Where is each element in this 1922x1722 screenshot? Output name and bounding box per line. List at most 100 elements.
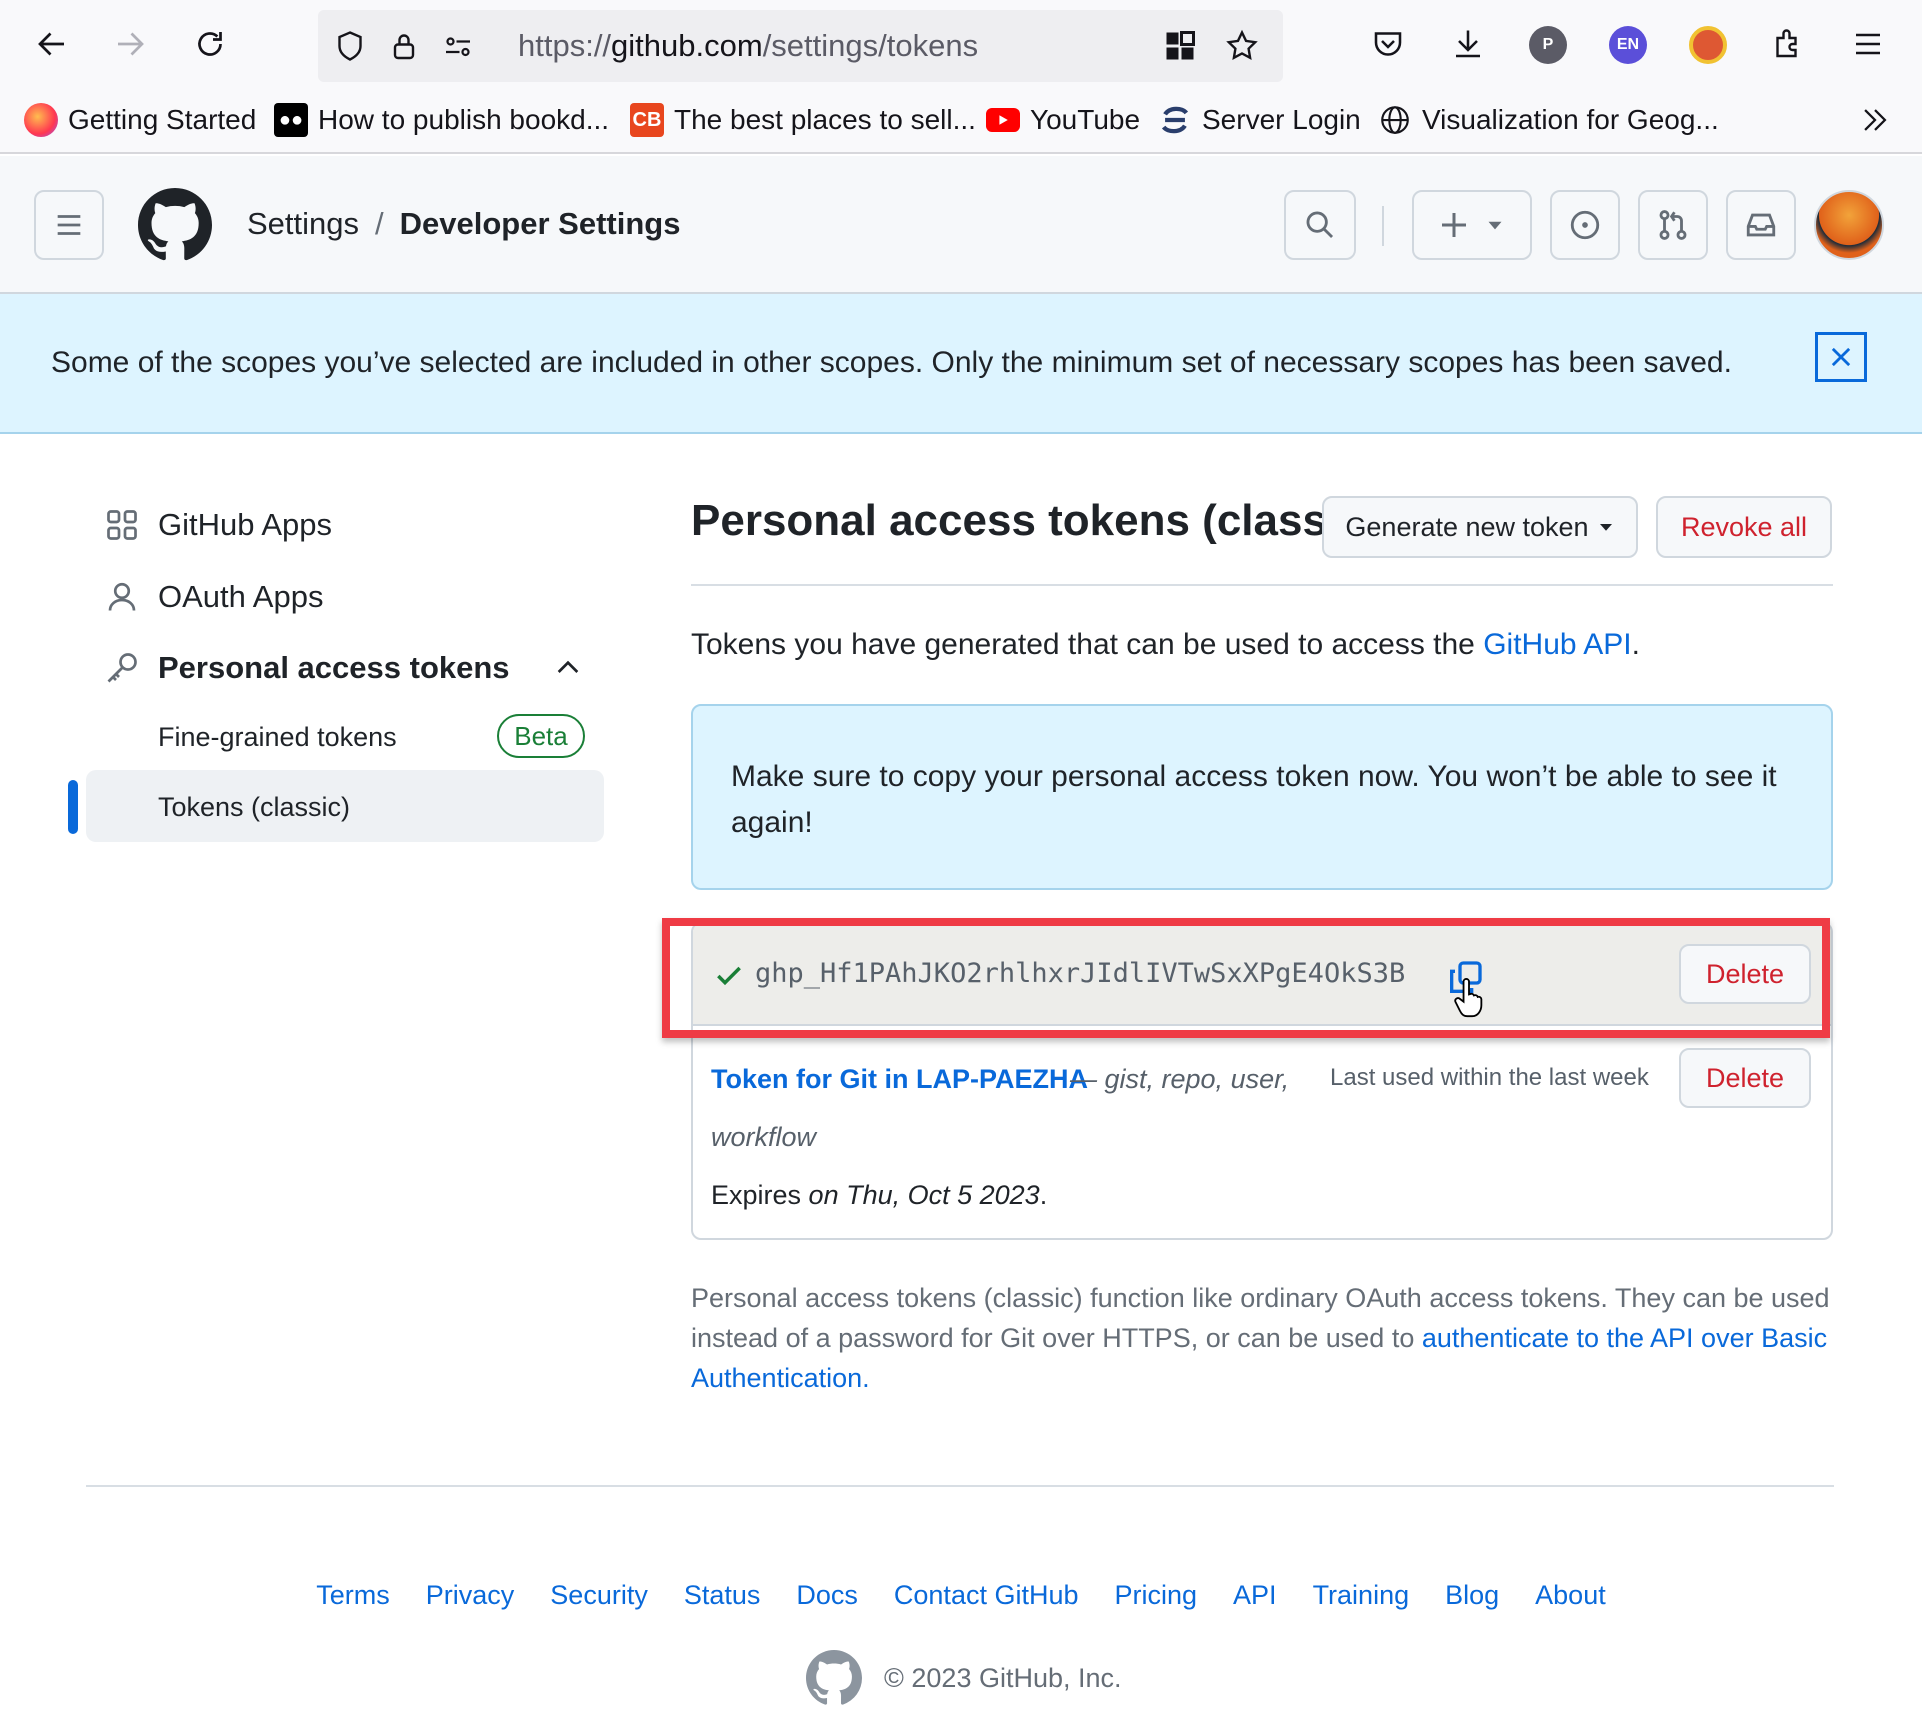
breadcrumb: Settings / Developer Settings xyxy=(247,206,680,242)
triangle-down-icon xyxy=(1488,221,1502,230)
extensions-button[interactable] xyxy=(1758,14,1818,74)
copyright-text: © 2023 GitHub, Inc. xyxy=(884,1662,1122,1693)
triangle-down-icon xyxy=(1599,524,1612,531)
key-icon xyxy=(107,653,137,683)
bookmark-visualization[interactable]: Visualization for Geog... xyxy=(1378,102,1719,138)
inbox-button[interactable] xyxy=(1726,190,1796,260)
close-icon xyxy=(1831,347,1851,367)
delete-token-button[interactable]: Delete xyxy=(1679,1048,1811,1108)
breadcrumb-settings-link[interactable]: Settings xyxy=(247,206,359,241)
footer-link-status[interactable]: Status xyxy=(684,1580,761,1611)
token-scopes-continued: workflow xyxy=(711,1122,817,1152)
arrow-left-icon xyxy=(38,32,64,56)
url-text[interactable]: https://github.com/settings/tokens xyxy=(518,28,978,64)
back-button[interactable] xyxy=(22,14,82,74)
footer-link-about[interactable]: About xyxy=(1535,1580,1606,1611)
breadcrumb-developer-settings[interactable]: Developer Settings xyxy=(400,206,681,241)
firefox-icon xyxy=(24,103,58,137)
footer-link-docs[interactable]: Docs xyxy=(796,1580,858,1611)
header-divider xyxy=(1382,206,1384,246)
footnote-suffix: . xyxy=(862,1363,870,1393)
user-avatar[interactable] xyxy=(1814,190,1884,260)
bookmark-label: Server Login xyxy=(1202,104,1361,135)
github-mark-icon[interactable] xyxy=(806,1650,862,1706)
bookmark-label: Getting Started xyxy=(68,104,257,135)
plus-icon xyxy=(1442,213,1466,237)
footer-link-contact-github[interactable]: Contact GitHub xyxy=(894,1580,1079,1611)
token-last-used: Last used within the last week xyxy=(1330,1064,1649,1091)
generate-new-token-button[interactable]: Generate new token xyxy=(1322,496,1638,558)
bookmark-medium[interactable]: ●● How to publish bookd... xyxy=(274,102,609,138)
issues-button[interactable] xyxy=(1550,190,1620,260)
breadcrumb-separator: / xyxy=(375,206,384,241)
footer-link-api[interactable]: API xyxy=(1233,1580,1277,1611)
footer-link-security[interactable]: Security xyxy=(550,1580,648,1611)
footer-copyright: © 2023 GitHub, Inc. xyxy=(806,1648,1122,1708)
shield-icon[interactable] xyxy=(332,28,368,64)
app-menu-button[interactable] xyxy=(1838,14,1898,74)
pocket-button[interactable] xyxy=(1358,14,1418,74)
token-name-link[interactable]: Token for Git in LAP-PAEZHA xyxy=(711,1064,1088,1095)
sidebar-item-personal-access-tokens[interactable]: Personal access tokens xyxy=(104,643,510,693)
github-logo-icon[interactable] xyxy=(138,188,212,262)
bookmarks-overflow-button[interactable] xyxy=(1858,102,1892,138)
pocket-icon xyxy=(1374,32,1402,56)
git-pull-request-icon xyxy=(1659,210,1687,240)
github-header: Settings / Developer Settings xyxy=(0,156,1922,294)
tokens-footnote: Personal access tokens (classic) functio… xyxy=(691,1278,1831,1398)
star-icon[interactable] xyxy=(1224,28,1260,64)
expires-date: on Thu, Oct 5 2023 xyxy=(808,1180,1040,1210)
bookmark-best-places[interactable]: CB The best places to sell... xyxy=(630,102,976,138)
qr-code-icon[interactable] xyxy=(1162,28,1198,64)
pull-requests-button[interactable] xyxy=(1638,190,1708,260)
footer-link-pricing[interactable]: Pricing xyxy=(1115,1580,1198,1611)
chevron-up-icon[interactable] xyxy=(552,652,584,684)
copy-token-message: Make sure to copy your personal access t… xyxy=(731,760,1777,839)
expires-suffix: . xyxy=(1039,1180,1048,1210)
forward-button[interactable] xyxy=(100,14,160,74)
medium-icon: ●● xyxy=(274,103,308,137)
cb-icon: CB xyxy=(630,103,664,137)
lock-icon[interactable] xyxy=(386,28,422,64)
language-extension-icon[interactable]: EN xyxy=(1609,26,1647,64)
sidebar-item-oauth-apps[interactable]: OAuth Apps xyxy=(104,572,323,622)
intro-suffix: . xyxy=(1631,628,1640,661)
chevron-double-right-icon xyxy=(1864,109,1887,131)
downloads-button[interactable] xyxy=(1438,14,1498,74)
bookmark-youtube[interactable]: YouTube xyxy=(986,102,1140,138)
reload-button[interactable] xyxy=(180,14,240,74)
bookmark-server-login[interactable]: Server Login xyxy=(1158,102,1361,138)
annotation-highlight-box xyxy=(662,918,1830,1038)
bookmark-label: YouTube xyxy=(1030,104,1141,135)
url-bar[interactable]: https://github.com/settings/tokens xyxy=(318,10,1283,82)
permissions-icon[interactable] xyxy=(440,28,476,64)
flash-close-button[interactable] xyxy=(1815,332,1867,382)
footer-link-privacy[interactable]: Privacy xyxy=(426,1580,515,1611)
apps-icon xyxy=(107,510,137,540)
create-new-button[interactable] xyxy=(1412,190,1532,260)
footer-divider xyxy=(86,1485,1834,1487)
bookmark-label: Visualization for Geog... xyxy=(1422,104,1719,135)
sidebar-item-fine-grained-tokens[interactable]: Fine-grained tokens xyxy=(158,722,397,753)
footer-link-terms[interactable]: Terms xyxy=(316,1580,390,1611)
person-icon xyxy=(108,582,136,611)
intro-prefix: Tokens you have generated that can be us… xyxy=(691,628,1484,661)
footer-links: Terms Privacy Security Status Docs Conta… xyxy=(0,1580,1922,1611)
footer-link-blog[interactable]: Blog xyxy=(1445,1580,1499,1611)
download-icon xyxy=(1456,30,1480,58)
footer-link-training[interactable]: Training xyxy=(1313,1580,1410,1611)
server-icon xyxy=(1158,103,1192,137)
revoke-all-button[interactable]: Revoke all xyxy=(1656,496,1832,558)
bookmark-getting-started[interactable]: Getting Started xyxy=(24,102,256,138)
puzzle-icon xyxy=(1776,29,1797,58)
beta-badge: Beta xyxy=(497,714,585,758)
duckduckgo-extension-icon[interactable] xyxy=(1689,26,1727,64)
sidebar-item-label: OAuth Apps xyxy=(158,579,324,614)
global-nav-menu-button[interactable] xyxy=(34,190,104,260)
github-api-link[interactable]: GitHub API xyxy=(1483,628,1631,661)
profile-extension-icon[interactable]: P xyxy=(1529,26,1567,64)
reload-icon xyxy=(198,32,222,56)
sidebar-item-github-apps[interactable]: GitHub Apps xyxy=(104,500,332,550)
search-button[interactable] xyxy=(1284,190,1356,260)
sidebar-item-tokens-classic[interactable]: Tokens (classic) xyxy=(158,792,350,823)
